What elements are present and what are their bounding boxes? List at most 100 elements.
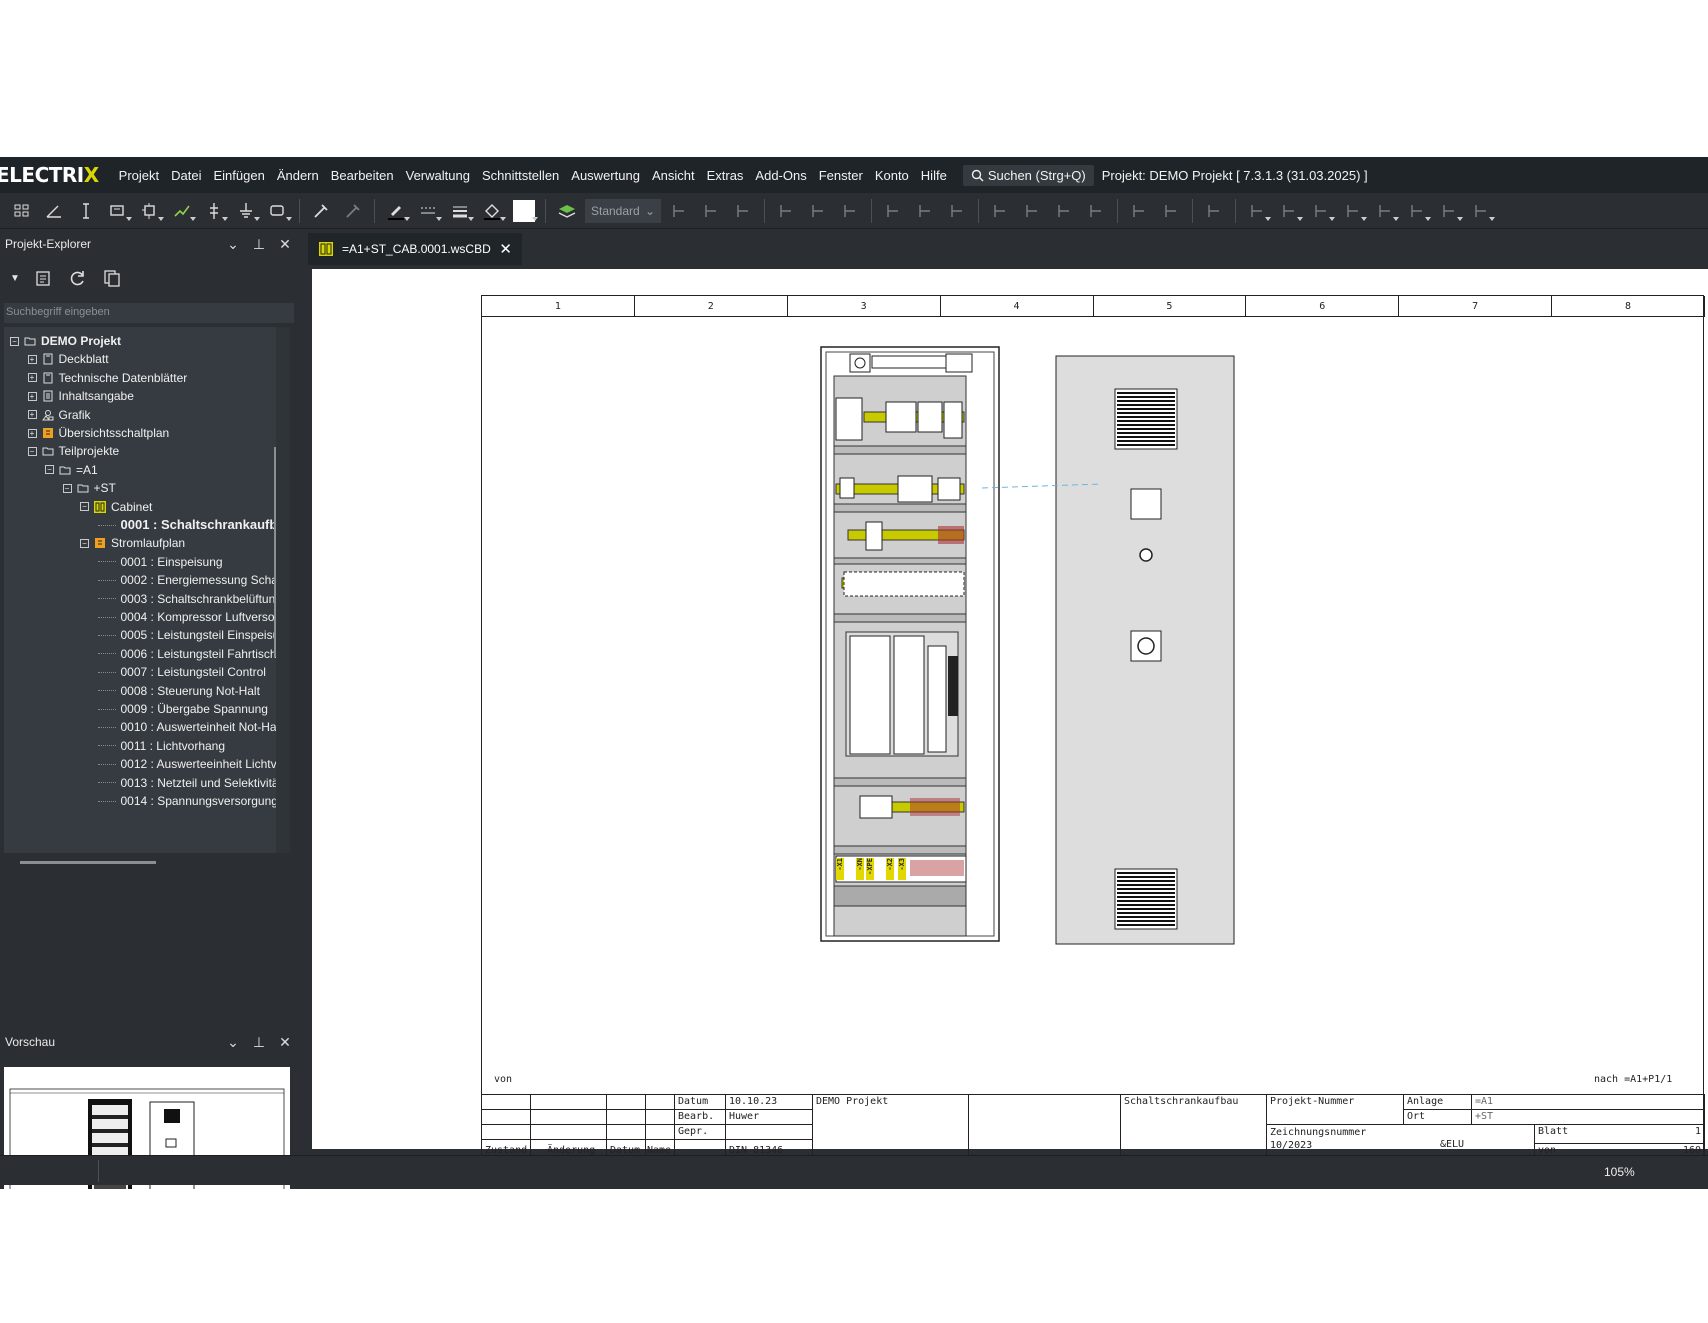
explorer-search-input[interactable]: Suchbegriff eingeben bbox=[4, 303, 294, 323]
collapse-icon[interactable]: − bbox=[62, 483, 72, 493]
rail-tool[interactable] bbox=[1157, 197, 1185, 225]
menu-einfügen[interactable]: Einfügen bbox=[207, 168, 270, 183]
tree-item[interactable]: 0006 : Leistungsteil Fahrtisch bbox=[97, 644, 276, 664]
dropdown-icon[interactable]: ▼ bbox=[10, 273, 20, 284]
insert-device-tool[interactable] bbox=[104, 197, 132, 225]
corner-g[interactable] bbox=[1435, 197, 1463, 225]
corner-f[interactable] bbox=[1403, 197, 1431, 225]
zoom-level[interactable]: 105% bbox=[1604, 1165, 1635, 1179]
copy-icon[interactable] bbox=[102, 268, 122, 288]
tree-item[interactable]: + Grafik bbox=[27, 405, 91, 425]
tree-item[interactable]: − Cabinet bbox=[80, 497, 152, 517]
refresh-icon[interactable] bbox=[68, 268, 88, 288]
expand-icon[interactable]: + bbox=[27, 410, 37, 420]
tree-item[interactable]: 0007 : Leistungsteil Control bbox=[97, 662, 266, 682]
panel-b[interactable] bbox=[1018, 197, 1046, 225]
text-tool[interactable] bbox=[1200, 197, 1228, 225]
terminal-tool[interactable] bbox=[200, 197, 228, 225]
expand-icon[interactable]: + bbox=[27, 428, 37, 438]
menu-verwaltung[interactable]: Verwaltung bbox=[400, 168, 476, 183]
wire-join[interactable] bbox=[804, 197, 832, 225]
select-region[interactable] bbox=[1082, 197, 1110, 225]
pin-tool[interactable] bbox=[665, 197, 693, 225]
expand-icon[interactable]: + bbox=[27, 354, 37, 364]
line-width-tool[interactable] bbox=[446, 197, 474, 225]
brush-tool[interactable] bbox=[307, 197, 335, 225]
cable-tool[interactable] bbox=[264, 197, 292, 225]
wire-tool[interactable] bbox=[168, 197, 196, 225]
tree-item[interactable]: 0010 : Auswerteinheit Not-Halt bbox=[97, 717, 276, 737]
tree-item[interactable]: − Teilprojekte bbox=[27, 441, 119, 461]
tree-item[interactable]: + Übersichtsschaltplan bbox=[27, 423, 169, 443]
menu-schnittstellen[interactable]: Schnittstellen bbox=[476, 168, 565, 183]
duct-tool[interactable] bbox=[1125, 197, 1153, 225]
pen-color-tool[interactable] bbox=[382, 197, 410, 225]
tree-item[interactable]: 0002 : Energiemessung Schaltschrank bbox=[97, 570, 276, 590]
angle-tool[interactable] bbox=[40, 197, 68, 225]
pin-icon[interactable]: ⊥ bbox=[246, 236, 272, 253]
tab-cabinet-layout[interactable]: =A1+ST_CAB.0001.wsCBD ✕ bbox=[308, 233, 522, 265]
tree-item[interactable]: − Stromlaufplan bbox=[80, 533, 185, 553]
tree-item[interactable]: + Technische Datenblätter bbox=[27, 368, 187, 388]
tree-item[interactable]: 0013 : Netzteil und Selektivität bbox=[97, 773, 276, 793]
menu-auswertung[interactable]: Auswertung bbox=[565, 168, 646, 183]
tree-item[interactable]: 0005 : Leistungsteil Einspeisung bbox=[97, 625, 276, 645]
tree-item[interactable]: 0014 : Spannungsversorgung bbox=[97, 791, 276, 811]
eraser-tool[interactable] bbox=[339, 197, 367, 225]
tree-item[interactable]: + Deckblatt bbox=[27, 349, 109, 369]
chevron-down-icon[interactable]: ⌄ bbox=[220, 1034, 246, 1051]
close-icon[interactable]: ✕ bbox=[499, 240, 512, 258]
collapse-icon[interactable]: − bbox=[80, 538, 89, 548]
ground-tool[interactable] bbox=[232, 197, 260, 225]
menu-datei[interactable]: Datei bbox=[165, 168, 207, 183]
menu-fenster[interactable]: Fenster bbox=[813, 168, 869, 183]
corner-b[interactable] bbox=[1275, 197, 1303, 225]
connector-tool[interactable] bbox=[136, 197, 164, 225]
collapse-icon[interactable]: − bbox=[80, 502, 89, 512]
corner-d[interactable] bbox=[1339, 197, 1367, 225]
tree-item[interactable]: 0011 : Lichtvorhang bbox=[97, 736, 225, 756]
tree-item[interactable]: 0001 : Schaltschrankaufbau bbox=[97, 515, 276, 535]
collapse-icon[interactable]: − bbox=[27, 446, 37, 456]
chevron-down-icon[interactable]: ⌄ bbox=[220, 236, 246, 253]
tree-item[interactable]: 0004 : Kompressor Luftversorgung bbox=[97, 607, 276, 627]
menu-extras[interactable]: Extras bbox=[701, 168, 750, 183]
corner-a[interactable] bbox=[1243, 197, 1271, 225]
panel-a[interactable] bbox=[986, 197, 1014, 225]
tree-scrollbar[interactable] bbox=[274, 447, 276, 657]
collapse-icon[interactable]: − bbox=[45, 465, 54, 475]
line-style-tool[interactable] bbox=[414, 197, 442, 225]
close-icon[interactable]: ✕ bbox=[272, 1034, 298, 1051]
menu-ändern[interactable]: Ändern bbox=[271, 168, 325, 183]
layer-style-select[interactable]: Standard ⌄ bbox=[585, 198, 661, 223]
collapse-icon[interactable]: − bbox=[10, 336, 19, 346]
fill-color-tool[interactable] bbox=[478, 197, 506, 225]
color-swatch[interactable] bbox=[510, 197, 538, 225]
drawing-canvas[interactable]: 12345678 -X1 -XN -XPE -X2 -X3 von nach =… bbox=[312, 269, 1708, 1163]
search-button[interactable]: Suchen (Strg+Q) bbox=[962, 164, 1094, 186]
horizontal-scrollbar[interactable] bbox=[20, 861, 156, 864]
pin-icon[interactable]: ⊥ bbox=[246, 1034, 272, 1051]
wire-split[interactable] bbox=[772, 197, 800, 225]
menu-add-ons[interactable]: Add-Ons bbox=[749, 168, 812, 183]
select-frame[interactable] bbox=[1050, 197, 1078, 225]
close-icon[interactable]: ✕ bbox=[272, 236, 298, 253]
manage-pages-icon[interactable] bbox=[34, 268, 54, 288]
menu-ansicht[interactable]: Ansicht bbox=[646, 168, 701, 183]
tree-item[interactable]: 0008 : Steuerung Not-Halt bbox=[97, 681, 260, 701]
pin-tool-2[interactable] bbox=[697, 197, 725, 225]
terminal-a[interactable] bbox=[879, 197, 907, 225]
tree-item[interactable]: − +ST bbox=[62, 478, 116, 498]
corner-c[interactable] bbox=[1307, 197, 1335, 225]
layers-tool[interactable] bbox=[553, 197, 581, 225]
arrow-tool[interactable] bbox=[1467, 197, 1495, 225]
tree-item[interactable]: 0009 : Übergabe Spannung bbox=[97, 699, 268, 719]
expand-icon[interactable]: + bbox=[27, 391, 37, 401]
tree-item[interactable]: − =A1 bbox=[45, 460, 98, 480]
tree-item[interactable]: 0003 : Schaltschrankbelüftung bbox=[97, 589, 276, 609]
tree-item[interactable]: + Inhaltsangabe bbox=[27, 386, 134, 406]
ellipse-tool[interactable] bbox=[836, 197, 864, 225]
expand-icon[interactable]: + bbox=[27, 373, 37, 383]
menu-projekt[interactable]: Projekt bbox=[113, 168, 165, 183]
terminal-c[interactable] bbox=[943, 197, 971, 225]
